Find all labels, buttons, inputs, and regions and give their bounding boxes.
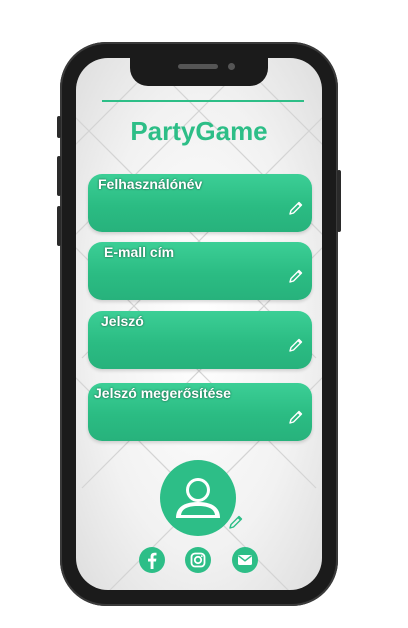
confirm-password-label: Jelszó megerősítése [94,385,231,401]
facebook-icon[interactable] [138,546,166,574]
mail-icon[interactable] [231,546,259,574]
power-button [337,170,341,232]
app-screen: PartyGame Felhasználónév E-mall cím Jels… [76,58,322,590]
pencil-icon[interactable] [288,337,304,353]
email-field[interactable]: E-mall cím [88,242,312,300]
confirm-password-field[interactable]: Jelszó megerősítése [88,383,312,441]
instagram-icon[interactable] [184,546,212,574]
header-divider [102,100,304,102]
volume-down-button [57,206,61,246]
speaker [178,64,218,69]
phone-frame: PartyGame Felhasználónév E-mall cím Jels… [57,42,341,606]
password-label: Jelszó [101,313,144,329]
username-label: Felhasználónév [98,176,203,192]
front-camera [228,63,235,70]
email-label: E-mall cím [104,244,175,260]
password-field[interactable]: Jelszó [88,311,312,369]
username-field[interactable]: Felhasználónév [88,174,312,232]
avatar[interactable] [160,460,236,536]
volume-up-button [57,156,61,196]
mute-switch [57,116,61,138]
pencil-icon[interactable] [288,268,304,284]
pencil-icon[interactable] [288,409,304,425]
page-title: PartyGame [130,116,268,146]
pencil-icon[interactable] [288,200,304,216]
user-icon [176,478,220,518]
pencil-icon[interactable] [228,514,244,530]
notch [130,58,268,86]
